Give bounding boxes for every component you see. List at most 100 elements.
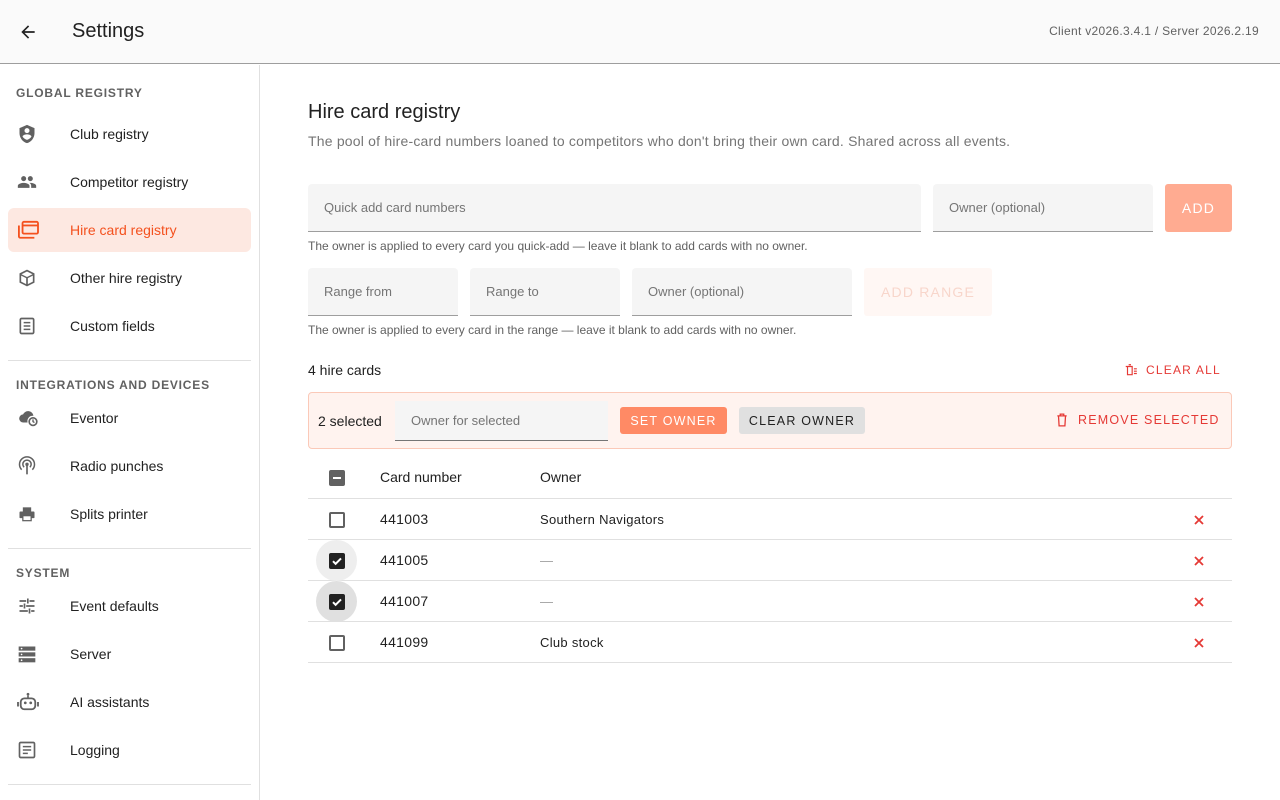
card-owner: — bbox=[540, 553, 554, 568]
range-owner-field[interactable] bbox=[632, 268, 852, 316]
shield-person-icon bbox=[17, 124, 37, 144]
page-description: The pool of hire-card numbers loaned to … bbox=[308, 133, 1011, 149]
selection-toolbar: 2 selected SET OWNER CLEAR OWNER REMOVE … bbox=[308, 392, 1232, 449]
sidebar-item-eventor[interactable]: Eventor bbox=[8, 396, 251, 440]
server-icon bbox=[17, 644, 37, 664]
sidebar-item-label: Splits printer bbox=[70, 506, 148, 522]
hire-card-count: 4 hire cards bbox=[308, 362, 382, 378]
table-header: Card number Owner bbox=[308, 456, 1232, 499]
clear-all-label: CLEAR ALL bbox=[1146, 363, 1221, 377]
delete-row-icon[interactable] bbox=[1190, 634, 1208, 652]
table-row[interactable]: 441005 — bbox=[308, 540, 1232, 581]
app-header: Settings Client v2026.3.4.1 / Server 202… bbox=[0, 0, 1280, 64]
people-icon bbox=[17, 172, 37, 192]
section-title-system: SYSTEM bbox=[16, 566, 71, 580]
cards-icon bbox=[17, 220, 39, 240]
sidebar-item-custom-fields[interactable]: Custom fields bbox=[8, 304, 251, 348]
sidebar-item-label: Eventor bbox=[70, 410, 119, 426]
sidebar-item-label: Club registry bbox=[70, 126, 149, 142]
sidebar-divider bbox=[8, 548, 251, 549]
delete-row-icon[interactable] bbox=[1190, 511, 1208, 529]
clear-all-button[interactable]: CLEAR ALL bbox=[1124, 360, 1221, 380]
table-row[interactable]: 441099 Club stock bbox=[308, 622, 1232, 663]
sidebar-item-competitor-registry[interactable]: Competitor registry bbox=[8, 160, 251, 204]
card-number: 441005 bbox=[380, 552, 429, 568]
sidebar-item-label: Radio punches bbox=[70, 458, 164, 474]
indeterminate-checkbox-icon bbox=[328, 469, 345, 486]
delete-row-icon[interactable] bbox=[1190, 593, 1208, 611]
quick-add-owner-input[interactable] bbox=[933, 184, 1153, 231]
sidebar-item-radio-punches[interactable]: Radio punches bbox=[8, 444, 251, 488]
range-owner-input[interactable] bbox=[632, 268, 852, 315]
owner-for-selected-input[interactable] bbox=[395, 401, 608, 440]
settings-sidebar: GLOBAL REGISTRY Club registry Competitor… bbox=[0, 65, 260, 800]
printer-icon bbox=[17, 504, 37, 524]
sidebar-item-label: Logging bbox=[70, 742, 120, 758]
row-checkbox[interactable] bbox=[316, 581, 357, 622]
add-button[interactable]: ADD bbox=[1165, 184, 1232, 232]
row-checkbox[interactable] bbox=[316, 622, 357, 663]
range-from-field[interactable] bbox=[308, 268, 458, 316]
checkbox-icon bbox=[328, 511, 345, 528]
quick-add-input[interactable] bbox=[308, 184, 921, 231]
row-checkbox[interactable] bbox=[316, 540, 357, 581]
range-to-input[interactable] bbox=[470, 268, 620, 315]
column-header-owner[interactable]: Owner bbox=[540, 469, 581, 485]
sidebar-item-ai-assistants[interactable]: AI assistants bbox=[8, 680, 251, 724]
sidebar-item-other-hire-registry[interactable]: Other hire registry bbox=[8, 256, 251, 300]
section-title-global-registry: GLOBAL REGISTRY bbox=[16, 86, 143, 100]
clear-owner-button[interactable]: CLEAR OWNER bbox=[739, 407, 865, 434]
form-icon bbox=[17, 316, 37, 336]
selected-count: 2 selected bbox=[318, 413, 382, 429]
sidebar-item-label: Server bbox=[70, 646, 112, 662]
sidebar-item-label: Event defaults bbox=[70, 598, 159, 614]
card-owner: Southern Navigators bbox=[540, 512, 665, 527]
card-number: 441007 bbox=[380, 593, 429, 609]
card-owner: — bbox=[540, 594, 554, 609]
remove-selected-label: REMOVE SELECTED bbox=[1078, 413, 1220, 427]
box-icon bbox=[17, 268, 37, 288]
log-icon bbox=[17, 740, 37, 760]
column-header-card-number[interactable]: Card number bbox=[380, 469, 462, 485]
quick-add-field[interactable] bbox=[308, 184, 921, 232]
range-to-field[interactable] bbox=[470, 268, 620, 316]
table-row[interactable]: 441003 Southern Navigators bbox=[308, 499, 1232, 540]
cloud-sync-icon bbox=[17, 408, 38, 428]
sidebar-item-event-defaults[interactable]: Event defaults bbox=[8, 584, 251, 628]
select-all-checkbox[interactable] bbox=[316, 457, 357, 498]
card-number: 441003 bbox=[380, 511, 429, 527]
back-arrow-icon[interactable] bbox=[12, 16, 44, 48]
add-range-button[interactable]: ADD RANGE bbox=[864, 268, 992, 316]
range-from-input[interactable] bbox=[308, 268, 458, 315]
sidebar-item-label: AI assistants bbox=[70, 694, 150, 710]
checkbox-icon bbox=[328, 634, 345, 651]
delete-row-icon[interactable] bbox=[1190, 552, 1208, 570]
sidebar-item-label: Hire card registry bbox=[70, 222, 177, 238]
antenna-icon bbox=[17, 456, 37, 476]
sidebar-item-server[interactable]: Server bbox=[8, 632, 251, 676]
owner-for-selected-field[interactable] bbox=[395, 401, 608, 441]
range-hint: The owner is applied to every card in th… bbox=[308, 323, 797, 337]
quick-add-owner-field[interactable] bbox=[933, 184, 1153, 232]
card-number: 441099 bbox=[380, 634, 429, 650]
table-row[interactable]: 441007 — bbox=[308, 581, 1232, 622]
sidebar-item-splits-printer[interactable]: Splits printer bbox=[8, 492, 251, 536]
quick-add-hint: The owner is applied to every card you q… bbox=[308, 239, 808, 253]
sidebar-item-label: Custom fields bbox=[70, 318, 155, 334]
sidebar-item-label: Other hire registry bbox=[70, 270, 183, 286]
sidebar-divider bbox=[8, 360, 251, 361]
version-label: Client v2026.3.4.1 / Server 2026.2.19 bbox=[1049, 24, 1259, 38]
sidebar-item-club-registry[interactable]: Club registry bbox=[8, 112, 251, 156]
remove-selected-button[interactable]: REMOVE SELECTED bbox=[1056, 413, 1220, 427]
row-checkbox[interactable] bbox=[316, 499, 357, 540]
set-owner-button[interactable]: SET OWNER bbox=[620, 407, 727, 434]
page-title: Hire card registry bbox=[308, 101, 461, 123]
sidebar-item-logging[interactable]: Logging bbox=[8, 728, 251, 772]
clear-list-icon bbox=[1125, 364, 1137, 376]
card-owner: Club stock bbox=[540, 635, 604, 650]
sliders-icon bbox=[17, 596, 37, 616]
page-header-title: Settings bbox=[72, 20, 145, 42]
sidebar-item-hire-card-registry[interactable]: Hire card registry bbox=[8, 208, 251, 252]
checked-checkbox-icon bbox=[328, 552, 345, 569]
robot-icon bbox=[17, 692, 39, 712]
